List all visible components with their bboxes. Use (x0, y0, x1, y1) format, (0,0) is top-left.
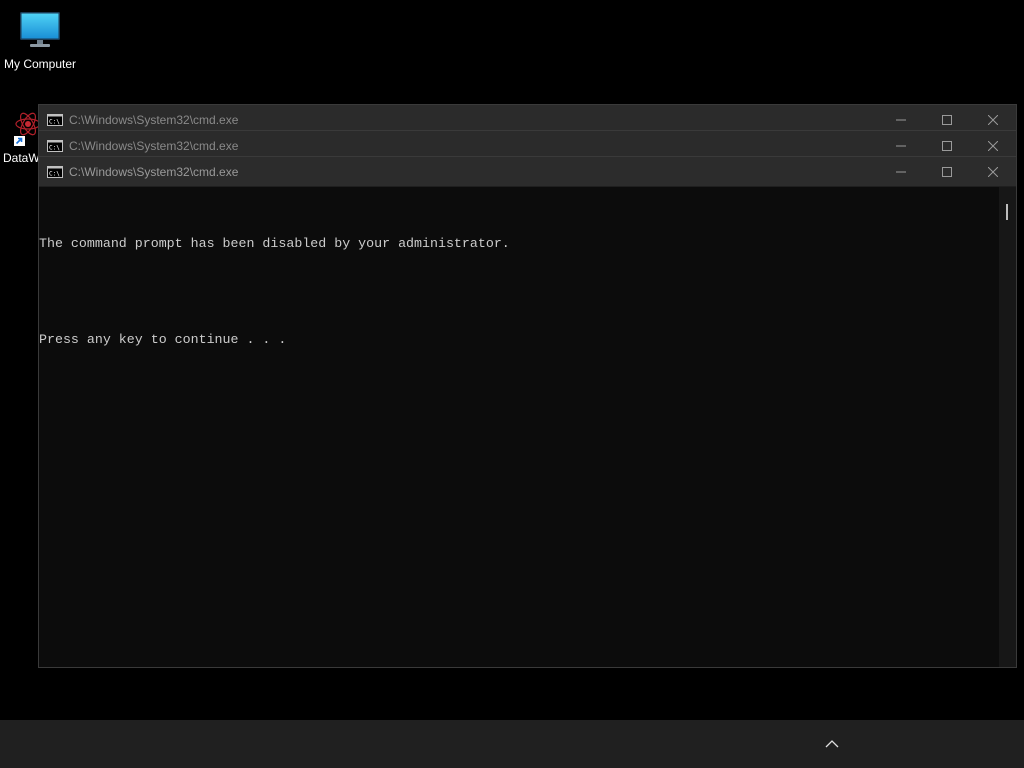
close-icon (988, 166, 998, 177)
show-hidden-icons-button[interactable] (820, 733, 844, 755)
maximize-icon (942, 140, 952, 151)
cmd-icon: C:\ (47, 165, 63, 178)
close-icon (988, 140, 998, 151)
dataw-app-icon (14, 112, 40, 146)
window-title: C:\Windows\System32\cmd.exe (69, 112, 239, 127)
console-line: Press any key to continue . . . (39, 332, 287, 347)
maximize-icon (942, 166, 952, 177)
svg-text:C:\: C:\ (49, 144, 60, 151)
close-icon (988, 114, 998, 125)
my-computer-label: My Computer (3, 57, 77, 71)
scrollbar-thumb[interactable] (1006, 204, 1008, 220)
window-title: C:\Windows\System32\cmd.exe (69, 138, 239, 153)
minimize-icon (896, 119, 906, 120)
monitor-icon (20, 12, 60, 47)
window-title: C:\Windows\System32\cmd.exe (69, 164, 239, 179)
svg-text:C:\: C:\ (49, 170, 60, 177)
chevron-up-icon (825, 740, 839, 748)
dataw-label: DataW (3, 151, 40, 165)
console-line: The command prompt has been disabled by … (39, 236, 510, 251)
dataw-shortcut[interactable]: DataW (0, 106, 40, 165)
cmd-icon: C:\ (47, 139, 63, 152)
taskbar (0, 720, 1024, 768)
console-output[interactable]: The command prompt has been disabled by … (39, 187, 999, 667)
minimize-button[interactable] (878, 157, 924, 186)
desktop: My Computer DataW C:\ C:\Windows\System3… (0, 0, 1024, 720)
vertical-scrollbar[interactable] (999, 187, 1016, 667)
my-computer-shortcut[interactable]: My Computer (0, 10, 80, 71)
svg-text:C:\: C:\ (49, 118, 60, 125)
maximize-button[interactable] (924, 157, 970, 186)
cmd-window-active[interactable]: C:\ C:\Windows\System32\cmd.exe The comm… (38, 156, 1017, 668)
maximize-icon (942, 114, 952, 125)
cmd-icon: C:\ (47, 113, 63, 126)
minimize-icon (896, 171, 906, 172)
title-bar[interactable]: C:\ C:\Windows\System32\cmd.exe (39, 157, 1016, 187)
minimize-icon (896, 145, 906, 146)
close-button[interactable] (970, 157, 1016, 186)
